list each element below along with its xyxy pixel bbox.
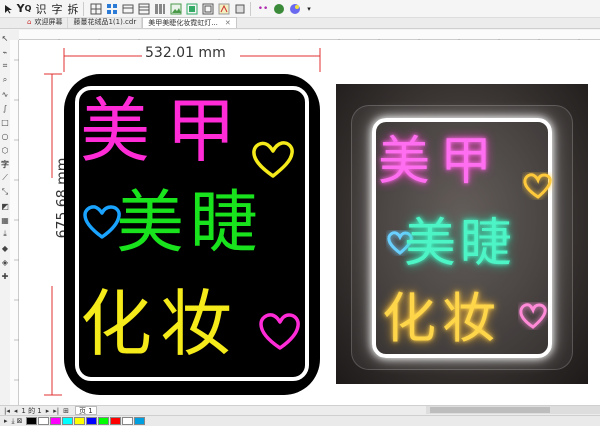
color-swatch[interactable] (61, 417, 73, 425)
add-page-icon[interactable]: ⊞ (63, 407, 69, 415)
color-swatch[interactable] (121, 417, 133, 425)
first-page-icon[interactable]: |◂ (4, 407, 10, 415)
color-swatch[interactable] (73, 417, 85, 425)
page-count: 1 的 1 (21, 406, 42, 415)
color-swatch[interactable] (133, 417, 145, 425)
design-text-line-3[interactable]: 化妆 (80, 288, 240, 360)
design-text-line-2[interactable]: 美睫 (116, 190, 264, 258)
photo-text-line-1: 美甲 (378, 132, 503, 192)
color-swatch[interactable] (49, 417, 61, 425)
swatches (25, 417, 145, 425)
color-palette: ▸ ⤓ ⊠ (0, 415, 600, 426)
no-color-swatch[interactable]: ⊠ (17, 417, 23, 425)
palette-arrow-icon[interactable]: ▸ (4, 417, 8, 425)
color-swatch[interactable] (85, 417, 97, 425)
prev-page-icon[interactable]: ◂ (14, 407, 18, 415)
color-swatch[interactable] (97, 417, 109, 425)
width-dimension-label[interactable]: 532.01 mm (145, 45, 226, 61)
scrollbar-thumb[interactable] (430, 407, 550, 413)
design-text-line-1[interactable]: 美甲 (80, 96, 252, 166)
last-page-icon[interactable]: ▸| (53, 407, 59, 415)
heart-icon (523, 173, 552, 199)
color-swatch[interactable] (109, 417, 121, 425)
heart-icon (519, 303, 547, 329)
color-swatch[interactable] (37, 417, 49, 425)
eyedropper-icon[interactable]: ⤓ (12, 417, 15, 426)
photo-text-line-3: 化妆 (382, 287, 502, 350)
photo-text-line-2: 美睫 (404, 214, 517, 274)
next-page-icon[interactable]: ▸ (46, 407, 50, 415)
coreldraw-window: YQ 识 字 拆 •• ▾ ⌂ 欢迎屏幕 藤蔓花绒品1(1).cdr 美甲美睫化… (0, 0, 600, 426)
heart-icon (259, 313, 300, 350)
heart-icon (252, 141, 294, 178)
page-tab[interactable]: 页 1 (75, 406, 97, 415)
color-swatch[interactable] (25, 417, 37, 425)
